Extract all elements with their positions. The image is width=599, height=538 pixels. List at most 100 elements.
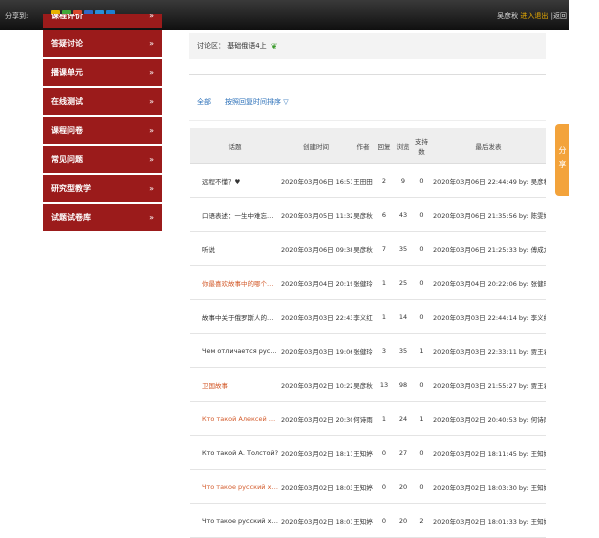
cell-replies: 0 [374, 503, 394, 538]
table-row: Что такое русский характер? 2020年03月02日 1… [190, 503, 546, 538]
cell-created: 2020年03月04日 20:19:43 [280, 265, 352, 300]
cell-replies: 0 [374, 469, 394, 504]
cell-likes: 2 [412, 503, 431, 538]
cell-title[interactable]: 口语表述：一生中难忘的事！ [190, 197, 280, 232]
cell-value: 2 [381, 176, 387, 185]
cell-created: 2020年03月05日 11:32:40 [280, 197, 352, 232]
cell-views: 14 [394, 299, 412, 334]
cell-value: 27 [398, 448, 408, 457]
share-side-tab[interactable]: 分享 [555, 124, 569, 196]
topic-link[interactable]: Что такое русский характер? [202, 483, 280, 491]
topic-link[interactable]: 口语表述：一生中难忘的事！ [202, 212, 280, 220]
topic-link[interactable]: 远程不懂？♥ [202, 178, 240, 186]
sidebar-item[interactable]: 播课单元 » [43, 59, 162, 86]
topic-link[interactable]: Чем отличается русский хар… [202, 347, 280, 355]
cell-value: 王知婷 [353, 449, 373, 458]
cell-value: 1 [419, 346, 424, 355]
cell-replies: 1 [374, 265, 394, 300]
sidebar-menu: 课程评价» 答疑讨论» 播课单元» 在线测试» 课程问卷» 常见问题» 研究型教学» 试题试卷… [43, 14, 162, 250]
cell-title[interactable]: Кто такой Алексей Николае… [190, 401, 280, 436]
user-info: 吴彦秋 进入退出 |返回 [497, 11, 567, 21]
cell-created: 2020年03月06日 09:38:03 [280, 231, 352, 266]
cell-value: 2020年03月06日 22:44:49 by: 吴彦秋 [433, 177, 546, 186]
sidebar-item[interactable]: 常见问题 » [43, 146, 162, 173]
cell-value: 0 [419, 482, 424, 491]
topic-link[interactable]: 你最喜欢故事中的哪个人物？为… [202, 280, 280, 288]
cell-value: 20 [398, 482, 408, 491]
sidebar-item[interactable]: 试题试卷库 » [43, 204, 162, 231]
cell-value: 0 [419, 210, 424, 219]
cell-title[interactable]: 卫国故事 [190, 367, 280, 402]
filter-all-link[interactable]: 全部 [197, 97, 211, 107]
cell-title[interactable]: 故事中关于俄罗斯人的性格？ [190, 299, 280, 334]
cell-value: 1 [381, 414, 387, 423]
cell-last: 2020年03月03日 22:33:11 by: 贾王君➜ [431, 333, 546, 368]
topic-link[interactable]: 听说 [202, 246, 215, 254]
cell-value: 14 [398, 312, 408, 321]
cell-value: 0 [381, 448, 387, 457]
cell-replies: 13 [374, 367, 394, 402]
column-header: 支持数 [412, 128, 431, 164]
user-links[interactable]: 进入退出 [520, 12, 548, 20]
sidebar-item[interactable]: 答疑讨论 » [43, 30, 162, 57]
cell-title[interactable]: Кто такой А. Толстой? [190, 435, 280, 470]
cell-created: 2020年03月03日 22:43:35 [280, 299, 352, 334]
cell-value: 2020年03月06日 16:51:31 [281, 177, 352, 186]
cell-views: 24 [394, 401, 412, 436]
cell-value: 0 [419, 244, 424, 253]
table-row: Чем отличается русский хар…2020年03月03日 1… [190, 333, 546, 368]
cell-value: 98 [398, 380, 408, 389]
column-header: 作者 [352, 128, 374, 164]
chevron-right-icon: » [149, 184, 154, 193]
cell-value: 王田田 [353, 177, 373, 186]
sidebar-item[interactable]: 课程评价 » [43, 14, 162, 28]
cell-value: 2020年03月03日 22:44:14 by: 李义红 [433, 313, 546, 322]
return-link[interactable]: |返回 [551, 12, 567, 20]
cell-author: 何诗雨 [352, 401, 374, 436]
sort-by-reply-time-link[interactable]: 按照回复时间排序 ▽ [225, 97, 289, 107]
cell-value: 0 [419, 312, 424, 321]
cell-title[interactable]: Что такое русский характер? [190, 503, 280, 538]
sidebar-item[interactable]: 在线测试 » [43, 88, 162, 115]
cell-author: 王知婷 [352, 435, 374, 470]
topic-link[interactable]: Кто такой А. Толстой? [202, 449, 278, 457]
cell-title[interactable]: 远程不懂？♥ [190, 163, 280, 198]
user-name[interactable]: 吴彦秋 [497, 12, 518, 20]
sidebar-item-label: 在线测试 [51, 97, 83, 106]
cell-likes: 0 [412, 435, 431, 470]
chevron-right-icon: » [149, 14, 154, 20]
cell-value: 2020年03月06日 21:35:56 by: 陈雯婷 [433, 211, 546, 220]
sidebar-item[interactable]: 研究型教学 » [43, 175, 162, 202]
cell-likes: 0 [412, 163, 431, 198]
column-header: 浏览 [394, 128, 412, 164]
cell-replies: 1 [374, 299, 394, 334]
topic-link[interactable]: 卫国故事 [202, 382, 228, 390]
cell-value: 2020年03月02日 18:11:45 [281, 449, 352, 458]
cell-author: 王田田 [352, 163, 374, 198]
cell-title[interactable]: 你最喜欢故事中的哪个人物？为… [190, 265, 280, 300]
cell-last: 2020年03月02日 18:01:33 by: 王知婷➜ [431, 503, 546, 538]
cell-value: 2020年03月03日 21:55:27 by: 贾王君 [433, 381, 546, 390]
cell-value: 2020年03月06日 21:25:33 by: 傅成龙 [433, 245, 546, 254]
topic-link[interactable]: Кто такой Алексей Николае… [202, 415, 280, 423]
cell-value: 13 [379, 380, 389, 389]
column-header: 创建时间 [280, 128, 352, 164]
cell-value: 2020年03月02日 20:40:53 by: 何诗雨 [433, 415, 546, 424]
cell-created: 2020年03月06日 16:51:31 [280, 163, 352, 198]
leaf-icon: ❦ [270, 41, 278, 51]
cell-value: 2020年03月03日 19:06:41 [281, 347, 352, 356]
cell-value: 3 [381, 346, 387, 355]
cell-title[interactable]: Чем отличается русский хар… [190, 333, 280, 368]
column-header: 话题 [190, 128, 280, 164]
cell-title[interactable]: 听说 [190, 231, 280, 266]
chevron-right-icon: » [149, 126, 154, 135]
sidebar-item[interactable]: 课程问卷 » [43, 117, 162, 144]
topic-link[interactable]: 故事中关于俄罗斯人的性格？ [202, 314, 280, 322]
cell-author: 张健玲 [352, 265, 374, 300]
cell-views: 43 [394, 197, 412, 232]
cell-title[interactable]: Что такое русский характер? [190, 469, 280, 504]
sidebar-item-label: 研究型教学 [51, 184, 91, 193]
cell-value: 吴彦秋 [353, 211, 373, 220]
cell-created: 2020年03月02日 18:03:30 [280, 469, 352, 504]
cell-value: 24 [398, 414, 408, 423]
